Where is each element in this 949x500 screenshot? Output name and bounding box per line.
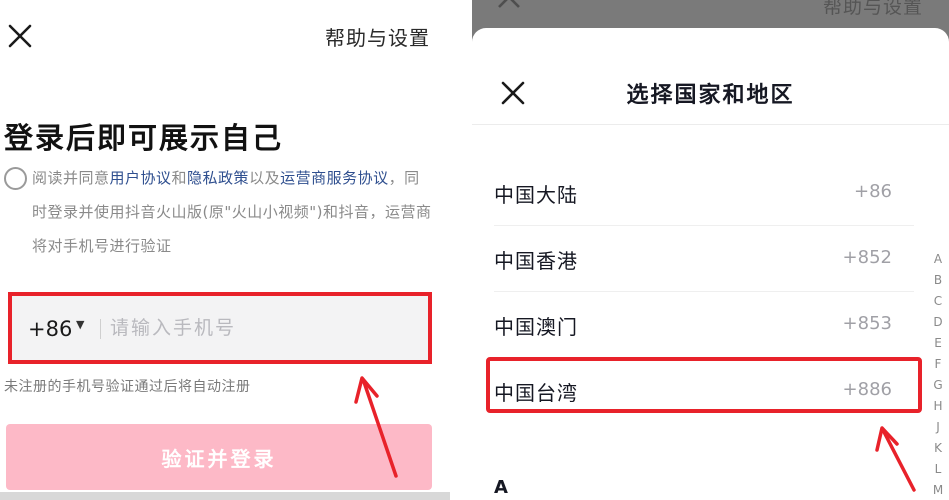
user-agreement-link[interactable]: 用户协议 <box>110 169 172 187</box>
region-code: +853 <box>842 313 892 334</box>
carrier-agreement-link[interactable]: 运营商服务协议 <box>280 169 389 187</box>
sheet-title: 选择国家和地区 <box>626 83 795 108</box>
background-help-link: 帮助与设置 <box>822 0 923 18</box>
agreement-text: 阅读并同意用户协议和隐私政策以及运营商服务协议，同时登录并使用抖音火山版(原"火… <box>32 161 432 263</box>
index-letter[interactable]: H <box>930 396 946 417</box>
index-letter[interactable]: E <box>930 333 946 354</box>
auto-register-note: 未注册的手机号验证通过后将自动注册 <box>4 379 251 395</box>
region-name: 中国大陆 <box>494 183 578 207</box>
phone-number-input[interactable] <box>110 310 410 346</box>
verify-login-button[interactable]: 验证并登录 <box>6 424 432 490</box>
region-item-taiwan[interactable]: 中国台湾 +886 <box>494 358 914 424</box>
agreement-prefix: 阅读并同意 <box>32 169 110 187</box>
region-item-mainland[interactable]: 中国大陆 +86 <box>494 160 914 226</box>
region-item-macau[interactable]: 中国澳门 +853 <box>494 292 914 358</box>
agreement-checkbox[interactable] <box>4 167 27 190</box>
index-letter[interactable]: D <box>930 312 946 333</box>
close-icon[interactable] <box>6 22 34 50</box>
country-code-selector[interactable]: +86 <box>28 317 72 341</box>
index-letter[interactable]: M <box>930 480 946 500</box>
agreement-also: 以及 <box>249 169 281 187</box>
index-letter[interactable]: J <box>930 417 946 438</box>
alphabet-index[interactable]: A B C D E F G H J K L M <box>930 249 946 500</box>
region-picker-screen: 帮助与设置 选择国家和地区 中国大陆 +86 中国香港 +852 中国澳门 +8… <box>472 0 949 500</box>
region-code: +886 <box>842 379 892 400</box>
section-header: A <box>494 477 508 498</box>
index-letter[interactable]: K <box>930 438 946 459</box>
index-letter[interactable]: F <box>930 354 946 375</box>
region-name: 中国澳门 <box>494 315 578 339</box>
page-title: 登录后即可展示自己 <box>4 121 284 155</box>
dropdown-caret-icon[interactable]: ▼ <box>76 318 84 331</box>
region-name: 中国台湾 <box>494 381 578 405</box>
gutter <box>450 0 472 500</box>
index-letter[interactable]: L <box>930 459 946 480</box>
region-code: +852 <box>842 247 892 268</box>
region-code: +86 <box>854 181 892 202</box>
region-name: 中国香港 <box>494 249 578 273</box>
index-letter[interactable]: B <box>930 270 946 291</box>
login-screen: 帮助与设置 登录后即可展示自己 阅读并同意用户协议和隐私政策以及运营商服务协议，… <box>0 0 450 500</box>
index-letter[interactable]: C <box>930 291 946 312</box>
agreement-and: 和 <box>171 169 188 187</box>
bottom-strip <box>0 492 450 500</box>
help-settings-link[interactable]: 帮助与设置 <box>325 22 430 51</box>
close-icon <box>498 0 520 8</box>
privacy-policy-link[interactable]: 隐私政策 <box>187 169 249 187</box>
divider <box>472 124 949 125</box>
phone-input-group: +86 ▼ <box>8 292 432 364</box>
code-divider <box>100 319 101 339</box>
region-item-hongkong[interactable]: 中国香港 +852 <box>494 226 914 292</box>
index-letter[interactable]: G <box>930 375 946 396</box>
index-letter[interactable]: A <box>930 249 946 270</box>
